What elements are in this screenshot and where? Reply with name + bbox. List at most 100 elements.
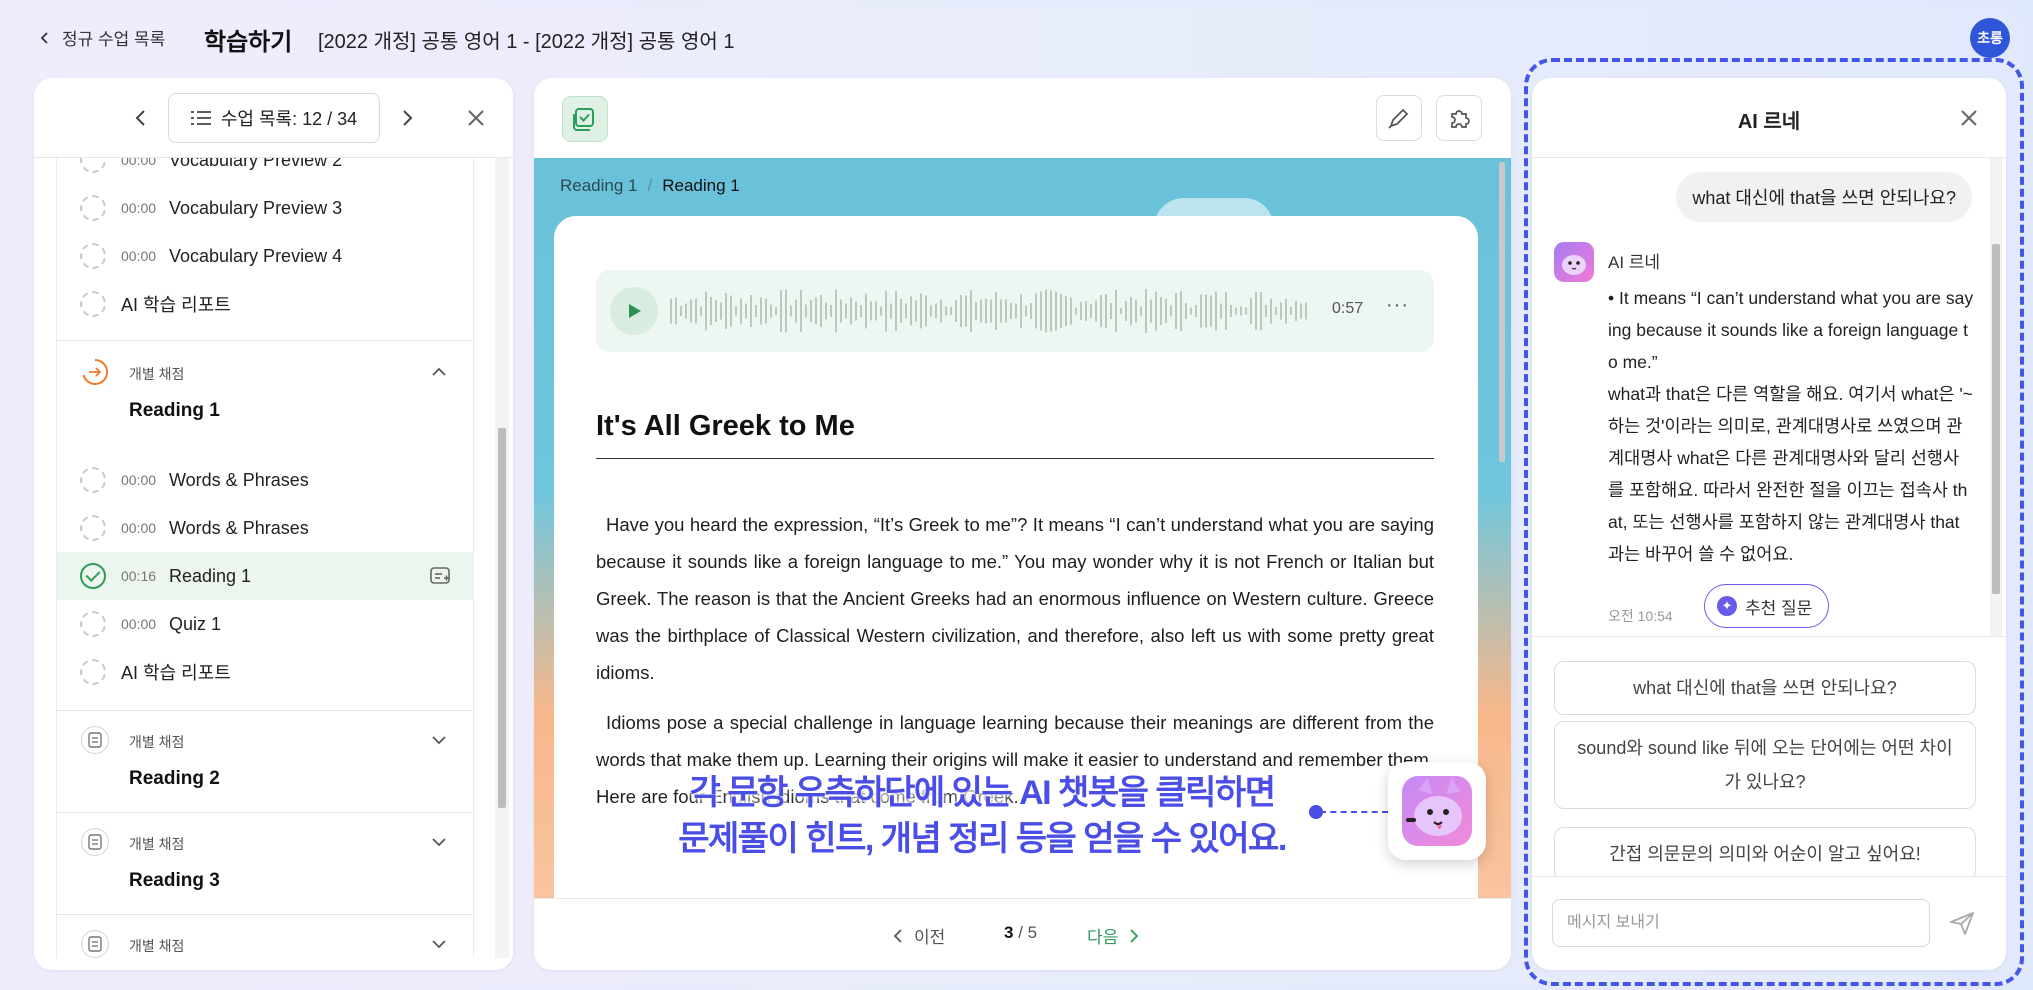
waveform-bar: [1140, 306, 1142, 316]
waveform-bar: [1180, 291, 1182, 331]
scrollbar-thumb[interactable]: [498, 428, 506, 808]
waveform-bar: [875, 301, 877, 321]
lesson-count-button[interactable]: 수업 목록: 12 / 34: [168, 93, 380, 143]
breadcrumb-item-current: Reading 1: [662, 176, 740, 195]
section-title: Reading 3: [129, 870, 220, 891]
audio-waveform[interactable]: [670, 288, 1310, 334]
scrollbar[interactable]: [1990, 158, 2002, 636]
list-item[interactable]: 00:00 Words & Phrases: [57, 504, 473, 552]
lesson-list: 00:00 Vocabulary Preview 2 00:00 Vocabul…: [56, 158, 474, 958]
waveform-bar: [935, 303, 937, 319]
waveform-bar: [925, 295, 927, 327]
waveform-bar: [1040, 291, 1042, 331]
textbook-button[interactable]: [562, 96, 608, 142]
book-check-icon: [573, 108, 594, 131]
chevron-right-icon[interactable]: [394, 105, 420, 131]
memo-icon[interactable]: [429, 565, 451, 587]
waveform-bar: [830, 305, 832, 317]
waveform-bar: [980, 299, 982, 323]
extensions-button[interactable]: [1436, 95, 1482, 141]
waveform-bar: [965, 295, 967, 327]
next-page-button[interactable]: 다음: [1087, 923, 1140, 948]
waveform-bar: [705, 291, 707, 331]
prev-label: 이전: [914, 928, 946, 947]
status-circle-icon: [80, 515, 106, 541]
waveform-bar: [815, 297, 817, 325]
item-time: 00:16: [121, 568, 157, 584]
close-icon[interactable]: [463, 105, 489, 131]
waveform-bar: [1135, 299, 1137, 323]
list-item[interactable]: AI 학습 리포트: [57, 280, 473, 328]
waveform-bar: [1095, 300, 1097, 322]
item-label: AI 학습 리포트: [121, 663, 231, 683]
waveform-bar: [710, 297, 712, 325]
play-button[interactable]: [610, 287, 658, 335]
status-circle-icon: [80, 467, 106, 493]
waveform-bar: [800, 290, 802, 332]
profile-avatar[interactable]: 초롱: [1970, 18, 2010, 58]
waveform-bar: [1090, 304, 1092, 318]
waveform-bar: [1080, 302, 1082, 320]
prev-page-button[interactable]: 이전: [892, 923, 945, 948]
close-icon[interactable]: [1956, 105, 1982, 131]
chevron-left-icon[interactable]: [128, 105, 154, 131]
section-item[interactable]: 개별 채점: [57, 930, 473, 958]
list-item[interactable]: 00:00 Vocabulary Preview 3: [57, 184, 473, 232]
item-time: 00:00: [121, 520, 157, 536]
list-item[interactable]: AI 학습 리포트: [57, 648, 473, 696]
chevron-down-icon[interactable]: [429, 934, 449, 954]
bot-name: AI 르네: [1608, 253, 1661, 272]
item-label: AI 학습 리포트: [121, 295, 231, 315]
bot-message-line: • It means “I can’t understand what you …: [1608, 288, 1974, 372]
recommended-questions-button[interactable]: ✦ 추천 질문: [1704, 584, 1830, 628]
waveform-bar: [1125, 301, 1127, 321]
section-reading-2[interactable]: 개별 채점 Reading 2: [57, 726, 473, 806]
chevron-down-icon[interactable]: [429, 832, 449, 852]
waveform-bar: [725, 293, 727, 329]
waveform-bar: [1025, 305, 1027, 317]
section-tag: 개별 채점: [129, 938, 185, 954]
waveform-bar: [880, 306, 882, 316]
waveform-bar: [805, 304, 807, 318]
waveform-bar: [940, 299, 942, 323]
ai-chatbot-button[interactable]: [1388, 762, 1486, 860]
waveform-bar: [700, 306, 702, 316]
scrollbar[interactable]: [1497, 158, 1507, 898]
list-item[interactable]: 00:00 Quiz 1: [57, 600, 473, 648]
breadcrumb-item[interactable]: Reading 1: [560, 176, 638, 196]
status-circle-icon: [80, 659, 106, 685]
waveform-bar: [1210, 295, 1212, 327]
waveform-bar: [1275, 307, 1277, 315]
scrollbar[interactable]: [495, 158, 509, 958]
list-item[interactable]: 00:00 Vocabulary Preview 4: [57, 232, 473, 280]
section-reading-1[interactable]: 개별 채점 Reading 1: [57, 358, 473, 438]
waveform-bar: [1110, 303, 1112, 319]
waveform-bar: [1185, 303, 1187, 319]
list-item-active[interactable]: 00:16 Reading 1: [57, 552, 473, 600]
scrollbar-thumb[interactable]: [1992, 244, 2000, 594]
chevron-up-icon[interactable]: [429, 362, 449, 382]
waveform-bar: [865, 293, 867, 329]
message-input[interactable]: [1552, 899, 1930, 947]
waveform-bar: [730, 295, 732, 327]
send-icon[interactable]: [1948, 909, 1976, 937]
scrollbar-thumb[interactable]: [1499, 162, 1505, 462]
waveform-bar: [745, 303, 747, 319]
waveform-bar: [690, 299, 692, 323]
waveform-bar: [1290, 307, 1292, 315]
suggested-question[interactable]: what 대신에 that을 쓰면 안되나요?: [1554, 661, 1976, 715]
suggested-question[interactable]: 간접 의문문의 의미와 어순이 알고 싶어요!: [1554, 827, 1976, 876]
suggested-question[interactable]: sound와 sound like 뒤에 오는 단어에는 어떤 차이가 있나요?: [1554, 721, 1976, 809]
waveform-bar: [1260, 292, 1262, 330]
waveform-bar: [845, 303, 847, 319]
back-to-lesson-list-link[interactable]: 정규 수업 목록: [38, 25, 165, 50]
section-title: Reading 1: [129, 400, 220, 421]
waveform-bar: [1205, 294, 1207, 328]
next-label: 다음: [1087, 928, 1119, 947]
list-item[interactable]: 00:00 Vocabulary Preview 2: [57, 158, 473, 184]
pen-tool-button[interactable]: [1376, 95, 1422, 141]
more-options-button[interactable]: ···: [1386, 294, 1409, 317]
section-reading-3[interactable]: 개별 채점 Reading 3: [57, 828, 473, 908]
list-item[interactable]: 00:00 Words & Phrases: [57, 456, 473, 504]
chevron-down-icon[interactable]: [429, 730, 449, 750]
